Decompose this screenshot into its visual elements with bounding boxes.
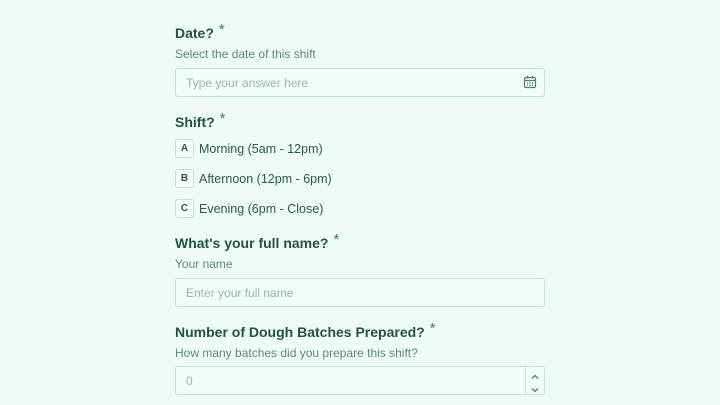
date-title-text: Date? xyxy=(175,25,214,41)
name-question-title: What's your full name? * xyxy=(175,231,340,253)
calendar-icon[interactable] xyxy=(523,75,537,89)
batches-title-text: Number of Dough Batches Prepared? xyxy=(175,324,425,340)
chevron-up-icon[interactable] xyxy=(530,369,540,379)
shift-question-title: Shift? * xyxy=(175,110,226,132)
shift-title-text: Shift? xyxy=(175,114,215,130)
date-input[interactable]: Type your answer here xyxy=(175,68,545,97)
name-question-description: Your name xyxy=(175,257,233,271)
batches-number-input[interactable]: 0 xyxy=(175,366,545,395)
full-name-input[interactable]: Enter your full name xyxy=(175,278,545,307)
shift-option-evening[interactable]: C Evening (6pm - Close) xyxy=(175,199,395,219)
date-question-description: Select the date of this shift xyxy=(175,47,316,61)
required-asterisk: * xyxy=(429,320,436,337)
batches-stepper[interactable] xyxy=(525,367,544,394)
required-asterisk: * xyxy=(218,21,225,38)
chevron-down-icon[interactable] xyxy=(530,382,540,393)
batches-question-description: How many batches did you prepare this sh… xyxy=(175,346,418,360)
date-question-title: Date? * xyxy=(175,21,225,43)
batches-question-title: Number of Dough Batches Prepared? * xyxy=(175,320,436,342)
option-key-c: C xyxy=(175,199,194,218)
batches-placeholder: 0 xyxy=(186,374,193,388)
option-key-b: B xyxy=(175,169,194,188)
shift-option-afternoon[interactable]: B Afternoon (12pm - 6pm) xyxy=(175,169,395,189)
option-key-a: A xyxy=(175,139,194,158)
date-input-placeholder: Type your answer here xyxy=(186,76,309,90)
option-label: Morning (5am - 12pm) xyxy=(199,142,323,156)
option-label: Evening (6pm - Close) xyxy=(199,202,324,216)
full-name-placeholder: Enter your full name xyxy=(186,286,294,300)
required-asterisk: * xyxy=(219,110,226,127)
required-asterisk: * xyxy=(333,231,340,248)
shift-option-morning[interactable]: A Morning (5am - 12pm) xyxy=(175,139,395,159)
option-label: Afternoon (12pm - 6pm) xyxy=(199,172,332,186)
name-title-text: What's your full name? xyxy=(175,235,329,251)
